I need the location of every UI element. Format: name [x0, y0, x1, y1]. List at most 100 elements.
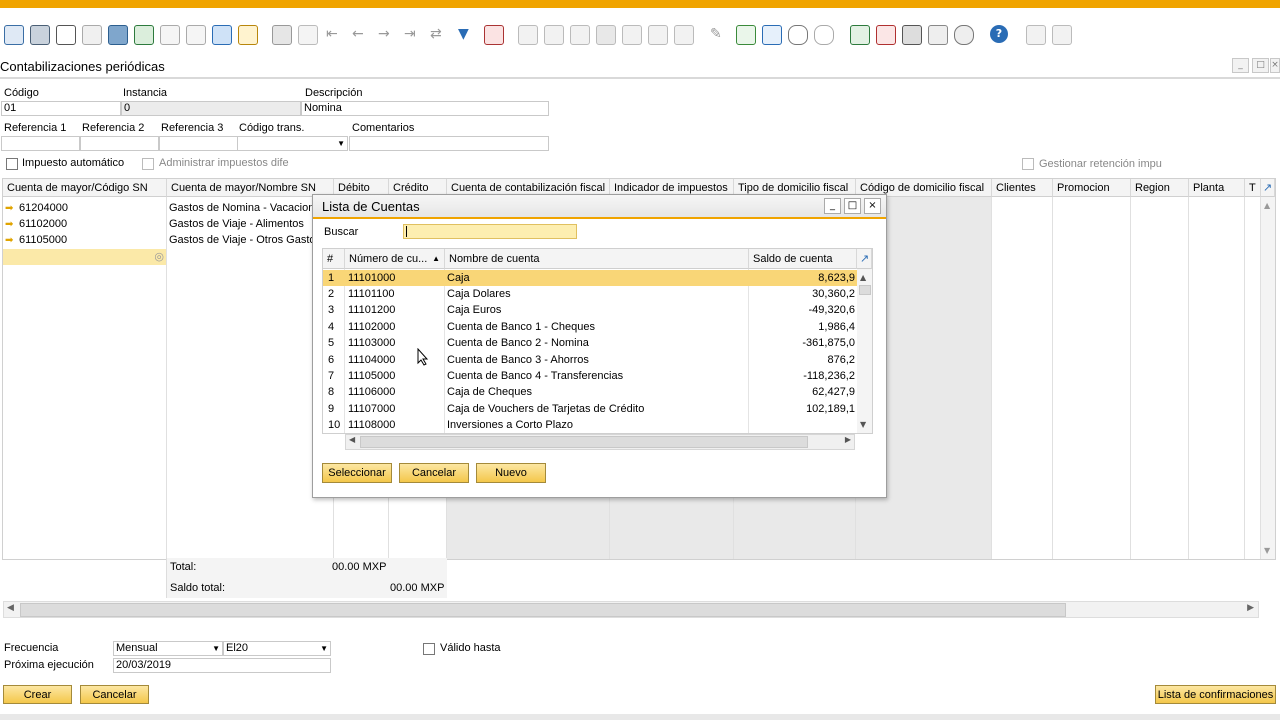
excel-icon[interactable] [134, 25, 154, 45]
col-header-promocion[interactable]: Promocion [1053, 179, 1131, 197]
choose-from-list-icon[interactable]: ◎ [154, 249, 164, 265]
buscar-input[interactable] [403, 224, 577, 239]
search-doc-icon[interactable] [674, 25, 694, 45]
nuevo-button[interactable]: Nuevo [476, 463, 546, 483]
scroll-up-icon[interactable]: ▲ [1264, 201, 1270, 210]
user-icon[interactable] [954, 25, 974, 45]
sort-icon[interactable] [484, 25, 504, 45]
table-row-code[interactable]: ➡ 61102000 [5, 216, 165, 232]
sms-icon[interactable] [82, 25, 102, 45]
binoculars-icon[interactable] [272, 25, 292, 45]
edit-icon[interactable]: ✎ [710, 25, 728, 43]
settings-icon[interactable] [570, 25, 590, 45]
gross-profit-icon[interactable] [596, 25, 616, 45]
scroll-right-icon[interactable]: ▶ [1247, 603, 1254, 613]
col-header-planta[interactable]: Planta [1189, 179, 1245, 197]
base-doc-icon[interactable] [518, 25, 538, 45]
table-row[interactable]: 10 11108000 Inversiones a Corto Plazo [323, 417, 857, 433]
dialog-horizontal-scrollbar[interactable]: ◀ ▶ [345, 434, 855, 450]
email-icon[interactable] [56, 25, 76, 45]
minimize-button[interactable]: _ [1232, 58, 1249, 73]
table-row[interactable]: 6 11104000 Cuenta de Banco 3 - Ahorros 876,… [323, 352, 857, 368]
previous-record-icon[interactable]: ← [352, 25, 370, 43]
table-row[interactable]: 9 11107000 Caja de Vouchers de Tarjetas de… [323, 401, 857, 417]
structure-icon[interactable] [928, 25, 948, 45]
link-arrow-icon[interactable]: ➡ [5, 233, 19, 248]
codigo-field[interactable]: 01 [1, 101, 121, 116]
scroll-down-icon[interactable]: ▼ [860, 420, 866, 429]
link-arrow-icon[interactable]: ➡ [5, 201, 19, 216]
scroll-right-icon[interactable]: ▶ [845, 435, 851, 444]
impuesto-auto-checkbox[interactable] [6, 158, 18, 170]
next-record-icon[interactable]: → [378, 25, 396, 43]
table-row[interactable]: 4 11102000 Cuenta de Banco 1 - Cheques 1,98… [323, 319, 857, 335]
frecuencia-sub-select[interactable]: El20 ▼ [223, 641, 331, 656]
table-row-code[interactable]: ➡ 61105000 [5, 232, 165, 248]
valido-checkbox[interactable] [423, 643, 435, 655]
descripcion-field[interactable]: Nomina [301, 101, 549, 116]
calculator-icon[interactable] [902, 25, 922, 45]
form-settings-icon[interactable] [1026, 25, 1046, 45]
refresh-icon[interactable]: ⇄ [430, 25, 448, 43]
first-record-icon[interactable]: ⇤ [326, 25, 344, 43]
cancelar-button[interactable]: Cancelar [80, 685, 149, 704]
table-row-name[interactable]: Gastos de Nomina - Vacacion [169, 200, 332, 216]
lista-confirmaciones-button[interactable]: Lista de confirmaciones [1155, 685, 1276, 704]
scroll-left-icon[interactable]: ◀ [349, 435, 355, 444]
dialog-maximize-button[interactable]: □ [844, 198, 861, 214]
frecuencia-select[interactable]: Mensual ▼ [113, 641, 223, 656]
col-header-numero[interactable]: Número de cu... ▲ [345, 249, 445, 269]
calendar-icon[interactable] [850, 25, 870, 45]
help-icon[interactable]: ? [990, 25, 1008, 43]
preview-icon[interactable] [4, 25, 24, 45]
scroll-left-icon[interactable]: ◀ [7, 603, 14, 613]
table-row[interactable]: 8 11106000 Caja de Cheques 62,427,9 [323, 384, 857, 400]
expand-icon[interactable]: ↗ [857, 249, 872, 269]
table-row[interactable]: 7 11105000 Cuenta de Banco 4 - Transferenc… [323, 368, 857, 384]
filter-list-icon[interactable] [298, 25, 318, 45]
ref2-field[interactable] [80, 136, 159, 151]
scroll-thumb[interactable] [360, 436, 808, 448]
horizontal-scrollbar[interactable]: ◀ ▶ [3, 601, 1259, 618]
relationship-map-icon[interactable] [622, 25, 642, 45]
scroll-thumb[interactable] [20, 603, 1066, 617]
lock-icon[interactable] [238, 25, 258, 45]
filter-icon[interactable]: ▼ [458, 25, 476, 43]
target-doc-icon[interactable] [544, 25, 564, 45]
table-row-code[interactable]: ➡ 61204000 [5, 200, 165, 216]
new-doc-icon[interactable] [736, 25, 756, 45]
link-arrow-icon[interactable]: ➡ [5, 217, 19, 232]
crear-button[interactable]: Crear [3, 685, 72, 704]
table-row-name[interactable]: Gastos de Viaje - Otros Gasto [169, 232, 332, 248]
grid-scrollbar[interactable]: ▲ ▼ [1261, 197, 1275, 559]
col-header-region[interactable]: Region [1131, 179, 1189, 197]
launch-icon[interactable] [212, 25, 232, 45]
print-icon[interactable] [30, 25, 50, 45]
col-header-saldo[interactable]: Saldo de cuenta [749, 249, 857, 269]
seleccionar-button[interactable]: Seleccionar [322, 463, 392, 483]
journal-icon[interactable] [648, 25, 668, 45]
maximize-button[interactable]: □ [1252, 58, 1269, 73]
col-header-codigo[interactable]: Cuenta de mayor/Código SN [3, 179, 167, 197]
dialog-minimize-button[interactable]: _ [824, 198, 841, 214]
cancelar-dialog-button[interactable]: Cancelar [399, 463, 469, 483]
scroll-up-icon[interactable]: ▲ [860, 273, 866, 282]
user-defined-icon[interactable] [1052, 25, 1072, 45]
comentarios-field[interactable] [349, 136, 549, 151]
col-header-index[interactable]: # [323, 249, 345, 269]
close-doc-icon[interactable] [876, 25, 896, 45]
col-header-nombre-cuenta[interactable]: Nombre de cuenta [445, 249, 749, 269]
pdf-icon[interactable] [186, 25, 206, 45]
table-row[interactable]: 1 11101000 Caja 8,623,9 [323, 270, 857, 286]
col-header-t[interactable]: T [1245, 179, 1261, 197]
proxima-field[interactable]: 20/03/2019 [113, 658, 331, 673]
approve-icon[interactable] [762, 25, 782, 45]
col-header-nombre[interactable]: Cuenta de mayor/Nombre SN [167, 179, 334, 197]
administrar-checkbox[interactable] [142, 158, 154, 170]
col-header-clientes[interactable]: Clientes [992, 179, 1053, 197]
last-record-icon[interactable]: ⇥ [404, 25, 422, 43]
dialog-vertical-scrollbar[interactable]: ▲ ▼ [857, 269, 872, 433]
scroll-thumb[interactable] [859, 285, 871, 295]
gestionar-checkbox[interactable] [1022, 158, 1034, 170]
fax-icon[interactable] [108, 25, 128, 45]
